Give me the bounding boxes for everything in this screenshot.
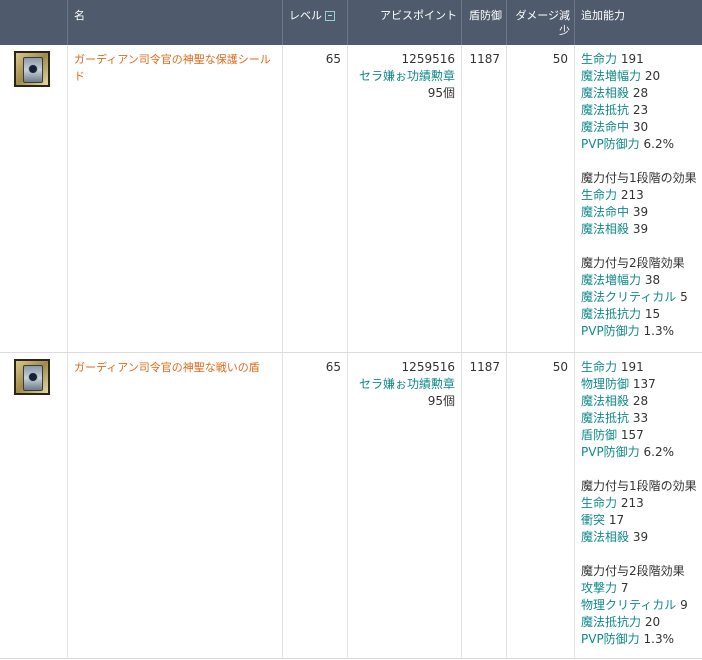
item-level: 65	[282, 45, 348, 353]
header-level[interactable]: レベル	[282, 0, 348, 45]
header-icon-col	[0, 0, 68, 45]
item-name-link[interactable]: ガーディアン司令官の神聖な戦いの盾	[74, 361, 260, 374]
damage-reduction-value: 50	[506, 45, 575, 353]
abyss-points-value: 1259516	[401, 52, 455, 66]
stat-line: 魔法抵抗 33	[581, 410, 649, 425]
header-damage-reduction[interactable]: ダメージ減少	[506, 0, 575, 45]
medal-name-link[interactable]: セラ嫌ぉ功績勲章	[354, 68, 455, 85]
stat-line: 物理クリティカル 9	[581, 597, 688, 612]
stat-line: 魔法相殺 28	[581, 86, 649, 100]
shield-defense-value: 1187	[461, 45, 507, 353]
stat-line: 魔法相殺 39	[581, 529, 649, 544]
damage-reduction-value: 50	[506, 352, 575, 659]
stat-line: 魔法増幅力 20	[581, 69, 661, 83]
stat-line: 魔法クリティカル 5	[581, 290, 688, 304]
stat-line: PVP防御力 1.3%	[581, 324, 675, 338]
stat-line: 魔法相殺 28	[581, 393, 649, 408]
stat-line: PVP防御力 6.2%	[581, 444, 675, 459]
header-bonus: 追加能力	[574, 0, 702, 45]
stat-line: 物理防御 137	[581, 376, 656, 391]
enchant-level2-title: 魔力付与2段階効果	[581, 563, 685, 578]
table-row: ガーディアン司令官の神聖な保護シールド 65 1259516 セラ嫌ぉ功績勲章 …	[0, 45, 702, 353]
stat-line: 魔法抵抗 23	[581, 103, 649, 117]
stat-line: 生命力 213	[581, 495, 644, 510]
shield-icon[interactable]	[14, 358, 50, 395]
stat-line: PVP防御力 1.3%	[581, 631, 675, 646]
stat-line: PVP防御力 6.2%	[581, 137, 675, 151]
shield-icon[interactable]	[14, 51, 50, 87]
enchant-level2-title: 魔力付与2段階効果	[581, 256, 685, 270]
item-level: 65	[282, 352, 348, 659]
stat-line: 魔法命中 30	[581, 120, 649, 134]
stat-line: 生命力 213	[581, 188, 644, 202]
medal-name-link[interactable]: セラ嫌ぉ功績勲章	[354, 376, 455, 393]
stat-line: 攻撃力 7	[581, 580, 629, 595]
stat-line: 盾防御 157	[581, 427, 644, 442]
enchant-level1-title: 魔力付与1段階の効果	[581, 171, 697, 185]
stat-line: 魔法命中 39	[581, 205, 649, 219]
header-name[interactable]: 名	[67, 0, 283, 45]
header-shield-defense[interactable]: 盾防御	[461, 0, 507, 45]
stat-line: 魔法相殺 39	[581, 222, 649, 236]
stat-line: 生命力 191	[581, 52, 644, 66]
medal-count: 95個	[427, 393, 455, 408]
table-row: ガーディアン司令官の神聖な戦いの盾 65 1259516 セラ嫌ぉ功績勲章 95…	[0, 352, 702, 659]
stat-line: 衝突 17	[581, 512, 625, 527]
medal-count: 95個	[427, 86, 455, 100]
shield-defense-value: 1187	[461, 352, 507, 659]
stat-line: 生命力 191	[581, 359, 644, 374]
stat-line: 魔法抵抗力 15	[581, 307, 661, 321]
header-abyss-points[interactable]: アビスポイント	[347, 0, 462, 45]
sort-toggle-icon[interactable]	[325, 10, 335, 21]
item-name-link[interactable]: ガーディアン司令官の神聖な保護シールド	[74, 53, 271, 83]
enchant-level1-title: 魔力付与1段階の効果	[581, 478, 697, 493]
item-table: 名 レベル アビスポイント 盾防御 ダメージ減少 追加能力 ガーディアン司令官の…	[0, 0, 702, 659]
abyss-points-value: 1259516	[401, 359, 455, 374]
table-header-row: 名 レベル アビスポイント 盾防御 ダメージ減少 追加能力	[0, 0, 702, 45]
stat-line: 魔法増幅力 38	[581, 273, 661, 287]
stat-line: 魔法抵抗力 20	[581, 614, 661, 629]
